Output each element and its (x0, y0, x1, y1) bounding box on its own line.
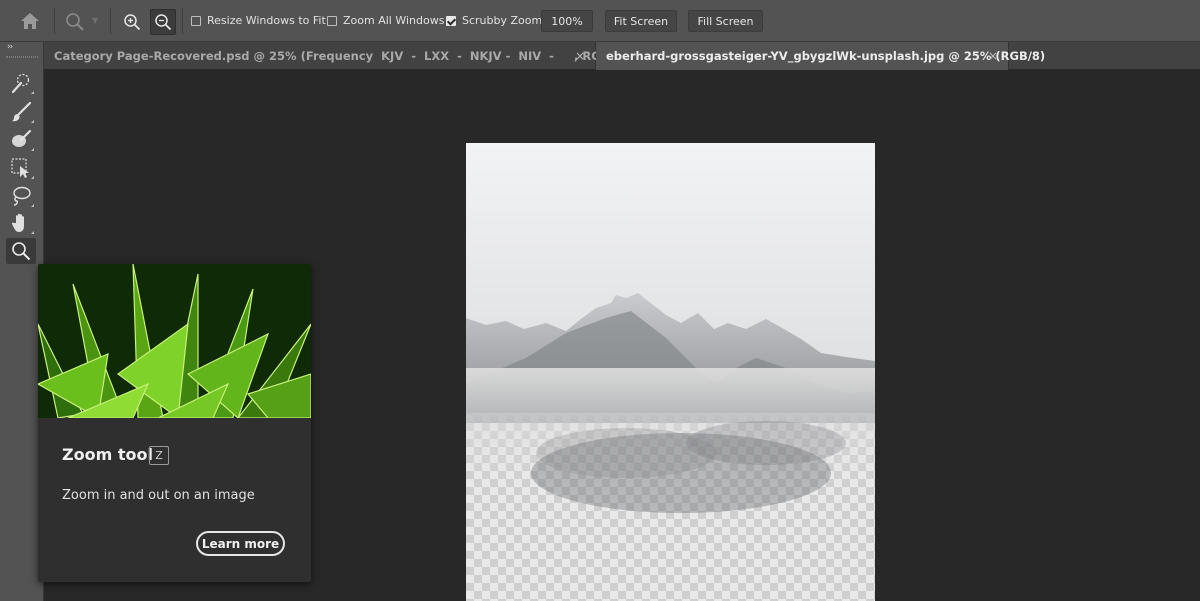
panel-grip[interactable] (6, 56, 38, 58)
more-tools-indicator (31, 148, 34, 151)
tab-eberhard-image[interactable]: eberhard-grossgasteiger-YV_gbygzlWk-unsp… (596, 42, 1045, 70)
zoom-icon (12, 242, 31, 261)
zoom-all-windows-checkbox[interactable]: Zoom All Windows (327, 14, 444, 27)
zoom-all-windows-label: Zoom All Windows (343, 14, 445, 27)
tab-label: Category Page-Recovered.psd @ 25% (Frequ… (54, 49, 647, 63)
divider (110, 8, 111, 34)
more-tools-indicator (31, 231, 34, 234)
zoom-in-button[interactable] (119, 9, 145, 35)
more-tools-indicator (31, 91, 34, 94)
fit-screen-button[interactable]: Fit Screen (605, 10, 677, 32)
collapse-panel-icon[interactable]: ›› (7, 42, 13, 52)
mixer-brush-icon (12, 129, 32, 147)
home-button[interactable] (10, 5, 50, 37)
zoom-in-icon (124, 14, 141, 31)
mountain-image (466, 143, 875, 513)
shortcut-badge: Z (149, 446, 169, 465)
object-selection-icon (11, 158, 29, 178)
close-icon[interactable]: × (575, 49, 585, 63)
quick-selection-tool[interactable] (6, 70, 36, 96)
lasso-icon (13, 186, 31, 206)
close-icon[interactable]: × (988, 49, 998, 63)
zoom-level-field[interactable]: 100% (541, 10, 593, 32)
fill-screen-button[interactable]: Fill Screen (688, 10, 763, 32)
zoom-out-button[interactable] (150, 9, 176, 35)
more-tools-indicator (31, 176, 34, 179)
document-tabs: Category Page-Recovered.psd @ 25% (Frequ… (44, 42, 1200, 70)
resize-windows-checkbox[interactable]: Resize Windows to Fit (191, 14, 326, 27)
resize-windows-label: Resize Windows to Fit (207, 14, 326, 27)
options-bar: ▼ Resize Windows to Fit Zoom All Windows… (0, 0, 1200, 42)
document-image[interactable] (466, 143, 875, 601)
home-icon (21, 13, 39, 29)
lasso-tool[interactable] (6, 183, 36, 209)
tooltip-description: Zoom in and out on an image (62, 488, 255, 503)
tooltip-title: Zoom tool (62, 445, 153, 464)
tool-tooltip: Zoom tool Z Zoom in and out on an image … (38, 264, 311, 582)
hand-icon (11, 213, 24, 232)
hand-tool[interactable] (6, 210, 36, 236)
tab-category-page[interactable]: Category Page-Recovered.psd @ 25% (Frequ… (44, 42, 647, 70)
quick-selection-icon (11, 73, 30, 94)
chevron-down-icon[interactable]: ▼ (92, 16, 98, 25)
divider (54, 8, 55, 34)
learn-more-button[interactable]: Learn more (196, 531, 285, 556)
brush-tool[interactable] (6, 99, 36, 125)
checkbox-box[interactable] (446, 15, 456, 26)
brush-icon (12, 101, 32, 122)
magnifier-icon (66, 13, 84, 31)
zoom-tool[interactable] (6, 238, 36, 264)
mixer-brush-tool[interactable] (6, 127, 36, 153)
checkbox-box[interactable] (191, 15, 201, 26)
zoom-preset-button[interactable] (62, 9, 88, 35)
succulent-preview-image (38, 264, 311, 418)
more-tools-indicator (31, 204, 34, 207)
tab-label: eberhard-grossgasteiger-YV_gbygzlWk-unsp… (606, 49, 1046, 63)
scrubby-zoom-checkbox[interactable]: Scrubby Zoom (446, 14, 542, 27)
zoom-out-icon (155, 14, 172, 31)
checkbox-box[interactable] (327, 15, 337, 26)
more-tools-indicator (31, 120, 34, 123)
object-selection-tool[interactable] (6, 155, 36, 181)
scrubby-zoom-label: Scrubby Zoom (462, 14, 543, 27)
divider (182, 8, 183, 34)
